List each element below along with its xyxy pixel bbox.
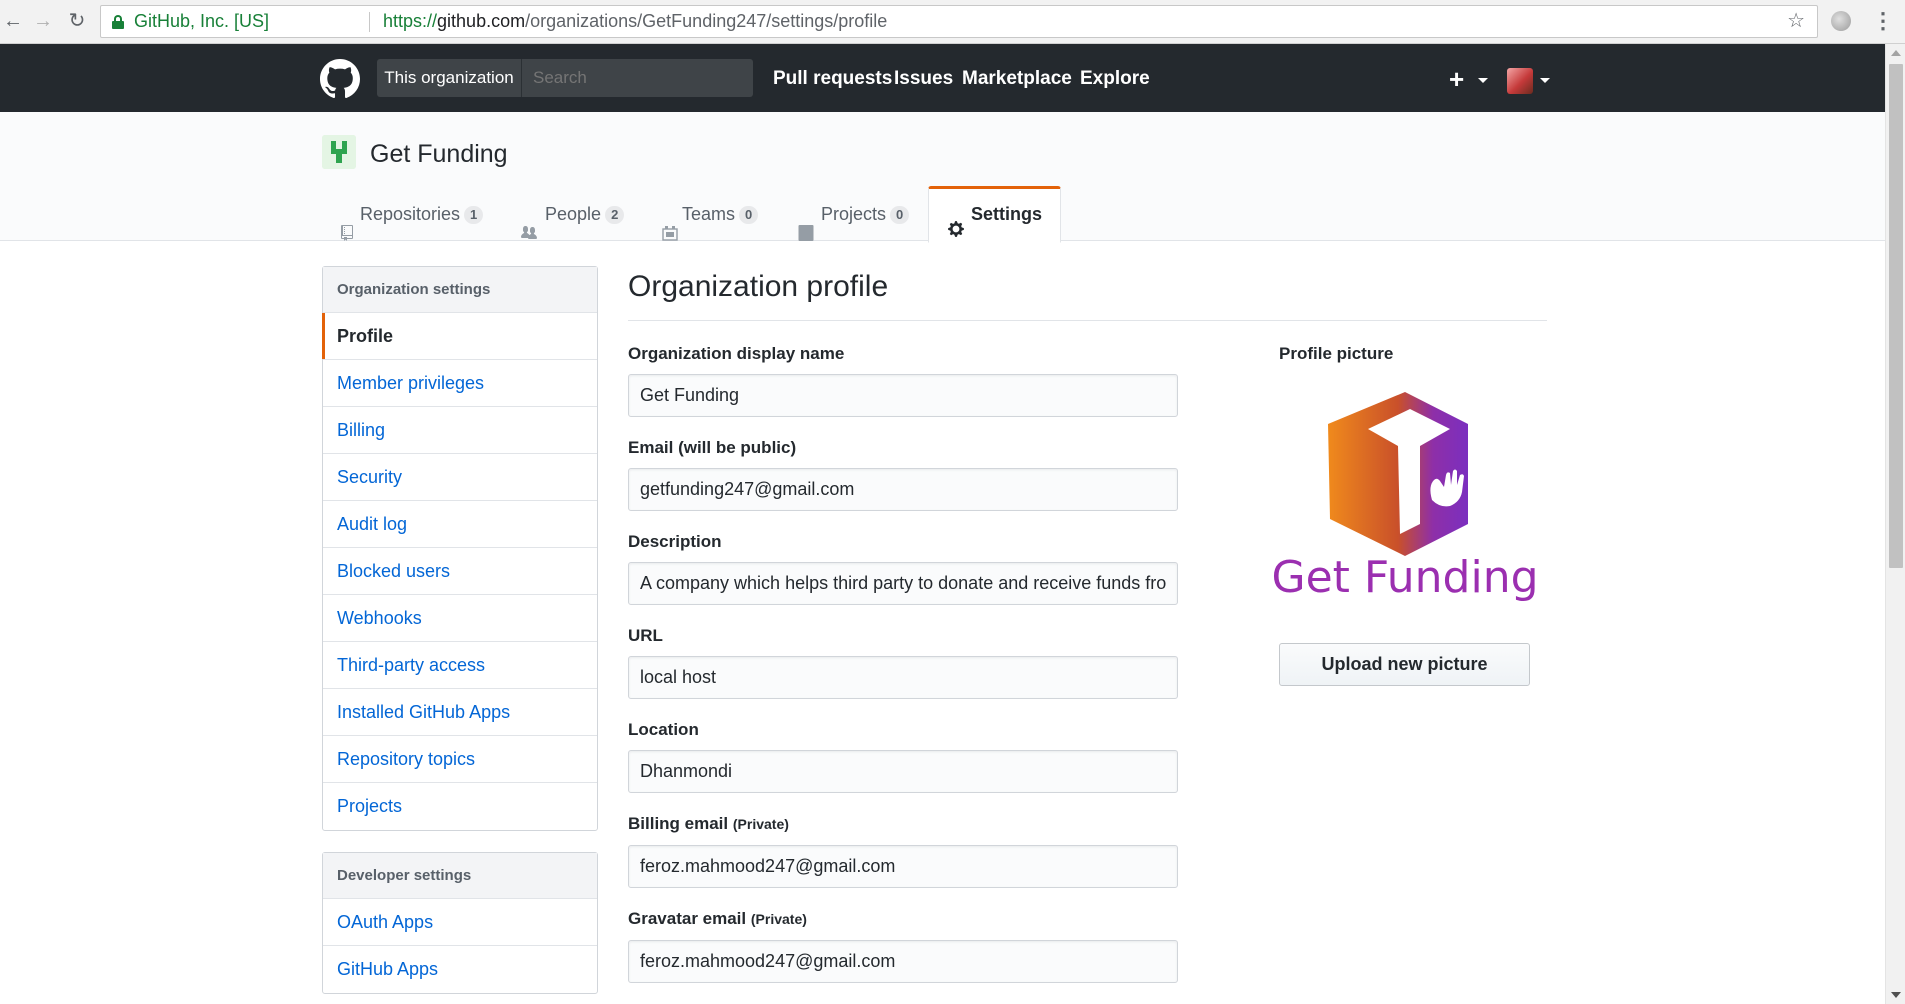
menu-item-third-party-access[interactable]: Third-party access [323,642,597,689]
nav-pull-requests[interactable]: Pull requests [773,68,892,90]
menu-item-github-apps[interactable]: GitHub Apps [323,946,597,993]
search-input[interactable] [523,59,753,97]
menu-item-webhooks[interactable]: Webhooks [323,595,597,642]
menu-item-security[interactable]: Security [323,454,597,501]
people-count: 2 [605,206,625,225]
repo-icon [340,207,354,242]
repositories-count: 1 [464,206,484,225]
back-icon[interactable]: ← [0,8,26,34]
title-divider [628,320,1547,321]
display-name-label: Organization display name [628,344,845,363]
lock-icon [112,15,124,29]
secure-origin-label: GitHub, Inc. [US] [134,11,270,31]
location-label: Location [628,720,699,739]
nav-marketplace[interactable]: Marketplace [962,68,1072,90]
tab-repositories[interactable]: Repositories 1 [340,186,484,242]
org-header: Get Funding Repositories 1 People 2 Teams 0… [0,112,1885,243]
url-text[interactable]: https://github.com/organizations/GetFund… [383,6,887,37]
menu-icon[interactable]: ⋮ [1872,8,1894,34]
display-name-input[interactable] [628,374,1178,417]
chevron-down-icon[interactable] [1478,78,1488,83]
chevron-down-icon[interactable] [1540,78,1550,83]
url-input[interactable] [628,656,1178,699]
private-note: (Private) [732,816,789,832]
people-icon [519,207,539,240]
org-avatar-icon[interactable] [322,135,356,169]
logo-text: Get Funding [1271,552,1538,603]
gravatar-email-input[interactable] [628,940,1178,983]
menu-heading: Developer settings [323,853,597,899]
menu-item-installed-github-apps[interactable]: Installed GitHub Apps [323,689,597,736]
profile-picture: Get Funding [1271,392,1539,603]
page-scrollbar[interactable] [1885,44,1905,1004]
tab-teams[interactable]: Teams 0 [662,186,759,242]
location-input[interactable] [628,750,1178,793]
nav-issues[interactable]: Issues [894,68,953,90]
forward-icon[interactable]: → [30,8,56,34]
search-box: This organization [377,59,753,97]
star-icon[interactable]: ☆ [1787,6,1805,37]
menu-item-oauth-apps[interactable]: OAuth Apps [323,899,597,946]
url-label: URL [628,626,663,645]
profile-picture-label: Profile picture [1279,344,1394,363]
scroll-up-icon[interactable] [1891,50,1901,56]
teams-count: 0 [739,206,759,225]
github-logo-icon[interactable] [320,59,360,99]
tab-projects[interactable]: Projects 0 [797,186,910,242]
developer-settings-menu: Developer settings OAuth Apps GitHub App… [322,852,598,994]
user-avatar[interactable] [1507,68,1533,94]
description-input[interactable] [628,562,1178,605]
email-label: Email (will be public) [628,438,797,457]
project-icon [797,207,815,242]
create-new-icon[interactable]: + [1449,64,1464,95]
menu-item-repository-topics[interactable]: Repository topics [323,736,597,783]
org-name[interactable]: Get Funding [370,140,508,169]
gear-icon [947,207,965,238]
menu-item-projects[interactable]: Projects [323,783,597,830]
billing-email-input[interactable] [628,845,1178,888]
menu-item-blocked-users[interactable]: Blocked users [323,548,597,595]
search-scope-label[interactable]: This organization [377,59,522,97]
tab-people[interactable]: People 2 [519,186,625,242]
reload-icon[interactable]: ↻ [64,8,90,34]
email-input[interactable] [628,468,1178,511]
menu-item-profile[interactable]: Profile [322,313,597,360]
tab-settings[interactable]: Settings [928,186,1062,243]
menu-item-billing[interactable]: Billing [323,407,597,454]
nav-explore[interactable]: Explore [1080,68,1150,90]
description-label: Description [628,532,722,551]
scroll-down-icon[interactable] [1891,992,1901,998]
url-separator [369,12,370,32]
teams-icon [662,207,678,241]
org-settings-menu: Organization settings Profile Member pri… [322,266,598,831]
upload-picture-button[interactable]: Upload new picture [1279,643,1530,686]
page-title: Organization profile [628,270,889,303]
menu-item-member-privileges[interactable]: Member privileges [323,360,597,407]
site-header: This organization Pull requests Issues M… [0,44,1885,112]
private-note: (Private) [750,911,807,927]
address-bar[interactable]: GitHub, Inc. [US] https://github.com/org… [100,5,1818,38]
scroll-thumb[interactable] [1889,64,1903,568]
menu-item-audit-log[interactable]: Audit log [323,501,597,548]
projects-count: 0 [890,206,910,225]
billing-email-label: Billing email (Private) [628,814,789,833]
extension-icon[interactable] [1831,11,1851,31]
gravatar-email-label: Gravatar email (Private) [628,909,807,928]
browser-toolbar: ← → ↻ GitHub, Inc. [US] https://github.c… [0,0,1905,44]
menu-heading: Organization settings [323,267,597,313]
